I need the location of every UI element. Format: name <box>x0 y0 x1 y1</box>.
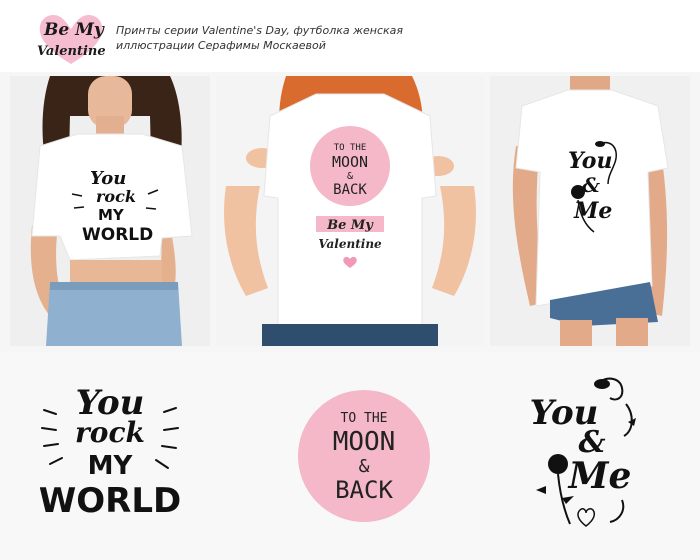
design-you-rock-my-world: You rock MY WORLD <box>39 378 181 528</box>
design2-line2: MOON <box>333 427 396 457</box>
design1-line2: rock <box>75 416 145 449</box>
shirt2-circle-line4: BACK <box>333 182 367 198</box>
shirt3-line1: You <box>568 148 612 174</box>
photo-model-moon-and-back: TO THE MOON & BACK Be My Valentine <box>216 76 484 346</box>
shirt2-circle-line2: MOON <box>332 153 368 171</box>
caption-line1: Принты серии Valentine's Day, футболка ж… <box>116 24 404 37</box>
shirt1-line1: You <box>90 168 126 189</box>
heart-outline-icon <box>577 508 596 527</box>
design2-line4: BACK <box>335 476 393 504</box>
design2-line3: & <box>359 456 370 477</box>
be-my-valentine-logo: Be My Valentine <box>34 8 108 68</box>
shirt2-banner-line2: Valentine <box>318 237 382 251</box>
photo-model-rock-my-world: You rock MY WORLD <box>10 76 210 346</box>
shirt2-circle-line1: TO THE <box>334 143 367 153</box>
shirt2-banner-line1: Be My <box>326 218 374 233</box>
design-to-the-moon-and-back: TO THE MOON & BACK <box>296 388 432 524</box>
small-heart-icon <box>343 256 357 268</box>
shirt1-line4: WORLD <box>82 225 153 245</box>
design1-line4: WORLD <box>40 481 180 521</box>
logo-line1: Be My <box>43 20 105 40</box>
logo-line2: Valentine <box>37 44 106 59</box>
header-caption: Принты серии Valentine's Day, футболка ж… <box>116 23 476 53</box>
shirt1-line2: rock <box>96 187 136 206</box>
photo-model-you-and-me: You & Me <box>490 76 690 346</box>
design1-line3: MY <box>88 451 134 481</box>
design2-line1: TO THE <box>341 411 388 426</box>
header: Be My Valentine Принты серии Valentine's… <box>0 0 700 72</box>
caption-line2: иллюстрации Серафимы Москаевой <box>116 39 326 52</box>
design3-line3: Me <box>567 455 632 497</box>
shirt2-circle-line3: & <box>347 171 353 182</box>
design-you-and-me: You & Me <box>530 374 644 536</box>
shirt1-line3: MY <box>98 206 125 224</box>
